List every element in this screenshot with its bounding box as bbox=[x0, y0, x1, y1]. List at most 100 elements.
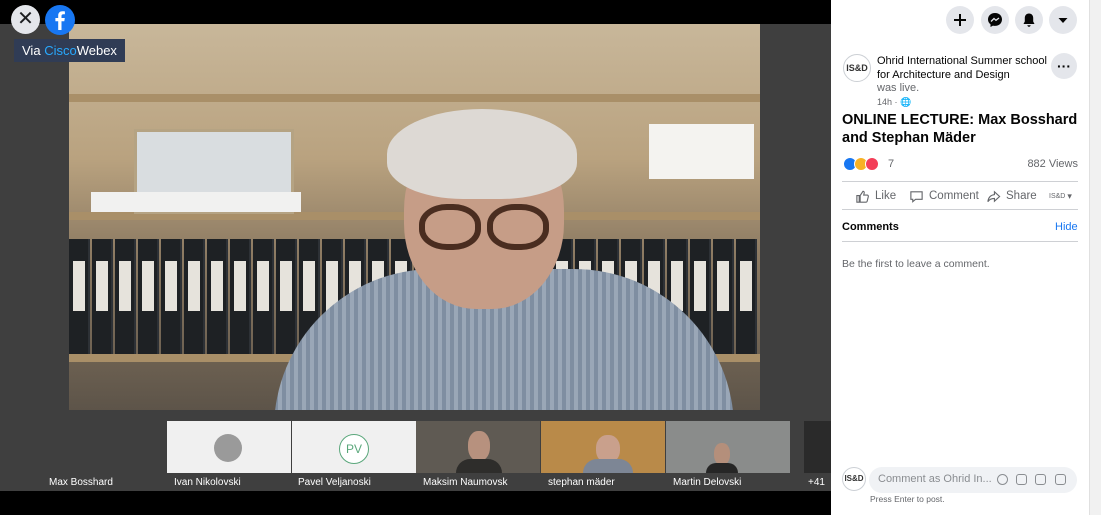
via-label: Via bbox=[22, 43, 41, 58]
speaker-hair bbox=[387, 109, 577, 199]
participant-avatar bbox=[214, 434, 242, 462]
chevron-down-icon: ▾ bbox=[1067, 190, 1072, 201]
main-speaker-name: Max Bosshard bbox=[49, 477, 113, 488]
binder-label bbox=[303, 261, 315, 311]
messenger-icon[interactable] bbox=[981, 6, 1009, 34]
binder-label bbox=[119, 261, 131, 311]
share-label: Share bbox=[1006, 190, 1037, 202]
via-webex-badge: Via CiscoWebex bbox=[14, 39, 125, 62]
comment-label: Comment bbox=[929, 190, 979, 202]
binder-label bbox=[234, 261, 246, 311]
participant-initials: PV bbox=[339, 434, 369, 464]
gif-icon[interactable] bbox=[1035, 474, 1046, 485]
participant-tile[interactable] bbox=[416, 421, 540, 473]
more-participants-count[interactable]: +41 bbox=[808, 477, 825, 488]
divider bbox=[842, 181, 1078, 182]
like-button[interactable]: Like bbox=[855, 186, 896, 206]
facebook-live-viewer: ✕ Via CiscoWebex Max Bosshard Ivan Nikol… bbox=[0, 0, 1101, 515]
binder-label bbox=[73, 261, 85, 311]
binder bbox=[736, 239, 757, 354]
live-status: was live. bbox=[877, 82, 920, 94]
post-time-text: 14h · bbox=[877, 97, 898, 107]
like-label: Like bbox=[875, 190, 897, 202]
comment-button[interactable]: Comment bbox=[909, 186, 979, 206]
reaction-count[interactable]: 7 bbox=[888, 158, 894, 170]
binder-label bbox=[142, 261, 154, 311]
binder-label bbox=[165, 261, 177, 311]
shelf-board bbox=[69, 94, 760, 102]
webex-label: Webex bbox=[76, 43, 117, 58]
share-icon bbox=[987, 190, 1001, 202]
participant-tile[interactable] bbox=[666, 421, 790, 473]
participant-name: Pavel Veljanoski bbox=[298, 477, 371, 488]
facebook-icon[interactable] bbox=[45, 5, 75, 35]
video-area[interactable]: ✕ Via CiscoWebex Max Bosshard Ivan Nikol… bbox=[0, 0, 831, 515]
comment-hint: Press Enter to post. bbox=[870, 494, 945, 504]
cisco-label: Cisco bbox=[44, 43, 77, 58]
dropdown-icon[interactable] bbox=[1049, 6, 1077, 34]
binder-label bbox=[211, 261, 223, 311]
post-title: ONLINE LECTURE: Max Bosshard and Stephan… bbox=[842, 112, 1078, 146]
commenter-avatar[interactable]: IS&D bbox=[842, 467, 866, 491]
empty-comments-message: Be the first to leave a comment. bbox=[842, 258, 990, 270]
comments-heading: Comments bbox=[842, 221, 899, 233]
comment-icon bbox=[910, 190, 923, 203]
binder-label bbox=[717, 261, 729, 311]
react-as-page-avatar: IS&D bbox=[1049, 192, 1066, 200]
more-options-button[interactable]: ··· bbox=[1051, 53, 1077, 79]
react-as-page-selector[interactable]: IS&D ▾ bbox=[1049, 186, 1072, 206]
binder bbox=[713, 239, 734, 354]
globe-icon: 🌐 bbox=[900, 97, 912, 107]
glasses bbox=[487, 204, 549, 250]
participant-body bbox=[583, 459, 633, 473]
scrollbar[interactable] bbox=[1089, 0, 1101, 515]
binder-label bbox=[694, 261, 706, 311]
plus-icon[interactable] bbox=[946, 6, 974, 34]
post-time[interactable]: 14h · 🌐 bbox=[877, 97, 911, 108]
more-participants-tile[interactable] bbox=[804, 421, 831, 473]
binder-label bbox=[96, 261, 108, 311]
love-reaction-icon bbox=[865, 157, 879, 171]
emoji-icon[interactable] bbox=[997, 474, 1008, 485]
architecture-model bbox=[649, 124, 754, 179]
close-icon[interactable]: ✕ bbox=[11, 5, 40, 34]
participant-face bbox=[468, 431, 490, 461]
glasses bbox=[419, 204, 481, 250]
binder bbox=[184, 239, 205, 354]
page-avatar[interactable]: IS&D bbox=[843, 54, 871, 82]
sticker-icon[interactable] bbox=[1055, 474, 1066, 485]
binder bbox=[276, 239, 297, 354]
binder-label bbox=[257, 261, 269, 311]
participant-body bbox=[456, 459, 502, 473]
comment-input[interactable]: Comment as Ohrid In... bbox=[869, 467, 1077, 493]
architecture-model bbox=[91, 192, 301, 212]
participant-name: Martin Delovski bbox=[673, 477, 742, 488]
divider bbox=[842, 209, 1078, 210]
participant-tile[interactable] bbox=[541, 421, 665, 473]
comment-placeholder: Comment as Ohrid In... bbox=[878, 473, 992, 485]
camera-icon[interactable] bbox=[1016, 474, 1027, 485]
participant-face bbox=[714, 443, 730, 465]
participant-name: stephan mäder bbox=[548, 477, 615, 488]
share-button[interactable]: Share bbox=[986, 186, 1037, 206]
binder-label bbox=[740, 261, 752, 311]
binder bbox=[161, 239, 182, 354]
binder bbox=[207, 239, 228, 354]
participant-tile[interactable] bbox=[167, 421, 291, 473]
reaction-summary[interactable] bbox=[843, 157, 885, 173]
hide-comments-link[interactable]: Hide bbox=[1055, 221, 1078, 233]
main-speaker-video[interactable] bbox=[69, 24, 760, 410]
binder bbox=[92, 239, 113, 354]
binder-label bbox=[188, 261, 200, 311]
page-name-link[interactable]: Ohrid International Summer school for Ar… bbox=[877, 54, 1052, 82]
participant-name: Maksim Naumovsk bbox=[423, 477, 508, 488]
view-count: 882 Views bbox=[1027, 158, 1078, 170]
participant-body bbox=[706, 463, 738, 473]
binder-label bbox=[280, 261, 292, 311]
binder bbox=[69, 239, 90, 354]
binder bbox=[138, 239, 159, 354]
notifications-icon[interactable] bbox=[1015, 6, 1043, 34]
divider bbox=[842, 241, 1078, 242]
thumbs-up-icon bbox=[856, 190, 869, 203]
participant-tile[interactable]: PV bbox=[292, 421, 416, 473]
